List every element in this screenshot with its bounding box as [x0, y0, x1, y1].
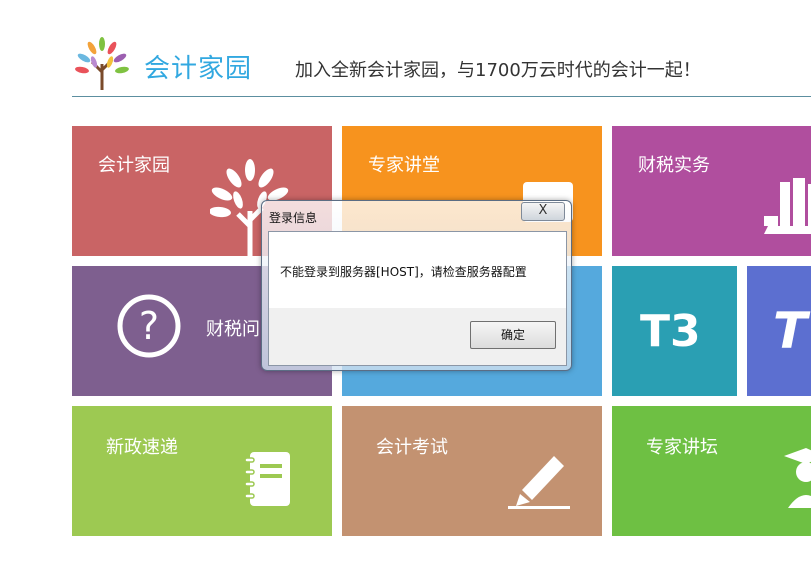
tile-label: 会计家园	[98, 155, 170, 176]
t-icon: T	[773, 302, 808, 360]
books-icon	[764, 178, 811, 234]
notebook-icon	[244, 452, 290, 506]
tile-label: 财税问	[206, 319, 260, 340]
t3-icon: T3	[640, 306, 701, 357]
pen-icon	[508, 456, 570, 509]
dialog-message: 不能登录到服务器[HOST]，请检查服务器配置	[280, 265, 527, 279]
tile-label: 专家讲坛	[646, 437, 718, 458]
logo-tree-icon	[75, 37, 129, 90]
tile-label: 会计考试	[376, 437, 448, 458]
tile-tax-practice[interactable]: 财税实务	[612, 126, 811, 256]
dialog-footer: 确定	[269, 308, 566, 365]
question-icon: ?	[117, 294, 181, 358]
svg-text:?: ?	[139, 304, 159, 348]
logo-text: 会计家园	[144, 54, 253, 84]
header: 会计家园 加入全新会计家园，与1700万云时代的会计一起！	[72, 30, 811, 97]
header-slogan: 加入全新会计家园，与1700万云时代的会计一起！	[295, 60, 701, 81]
ok-button[interactable]: 确定	[470, 321, 556, 349]
tile-label: 专家讲堂	[368, 155, 440, 176]
tile-t3[interactable]: T3	[612, 266, 737, 396]
tile-new-policy[interactable]: 新政速递	[72, 406, 332, 536]
dialog-body: 不能登录到服务器[HOST]，请检查服务器配置 确定	[268, 231, 567, 366]
login-info-dialog: 登录信息 X 不能登录到服务器[HOST]，请检查服务器配置 确定	[261, 200, 572, 371]
tile-accounting-exam[interactable]: 会计考试	[342, 406, 602, 536]
dialog-close-button[interactable]: X	[521, 202, 565, 221]
dialog-title: 登录信息	[269, 211, 318, 225]
tile-expert-forum[interactable]: 专家讲坛	[612, 406, 811, 536]
tile-label: 财税实务	[638, 155, 710, 176]
tile-t[interactable]: T	[747, 266, 811, 396]
close-icon: X	[538, 203, 548, 218]
tile-label: 新政速递	[106, 437, 178, 458]
graduate-icon	[784, 448, 811, 508]
